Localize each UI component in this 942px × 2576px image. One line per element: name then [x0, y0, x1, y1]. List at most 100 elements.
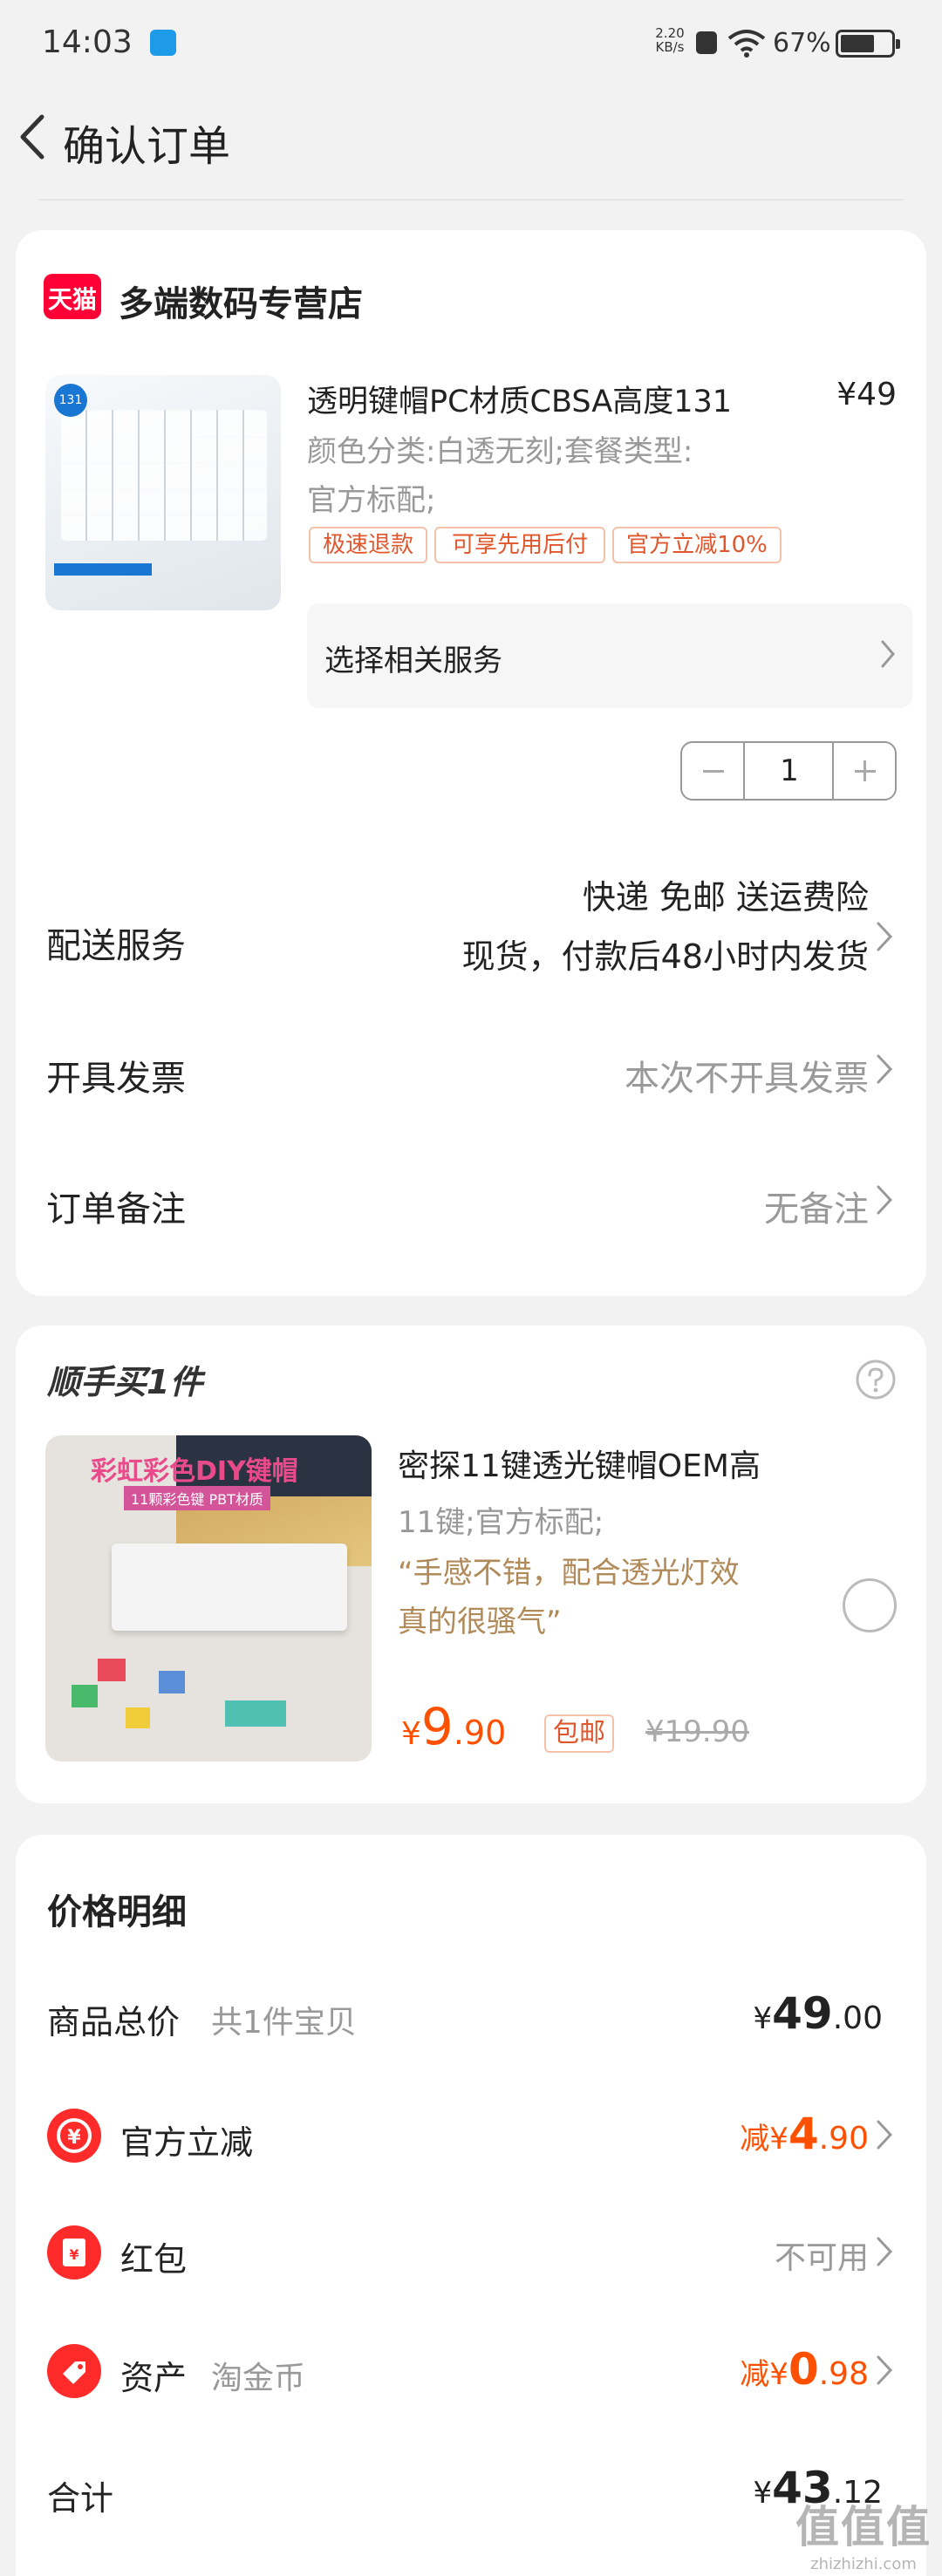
quantity-stepper: 1 [680, 741, 897, 801]
asset-row[interactable]: 资产 淘金币 减¥0.98 [16, 2337, 926, 2407]
goods-total-value: ¥49.00 [754, 1988, 884, 2039]
delivery-row[interactable]: 配送服务 快递 免邮 送运费险 现货，付款后48小时内发货 [16, 870, 926, 1010]
addon-price-int: 9 [420, 1697, 454, 1756]
quantity-input[interactable]: 1 [745, 743, 834, 799]
invoice-label: 开具发票 [46, 1059, 186, 1099]
wifi-icon [727, 30, 766, 58]
network-speed-value: 2.20 [655, 25, 685, 41]
red-packet-row[interactable]: ¥ 红包 不可用 [16, 2218, 926, 2288]
sum-label: 合计 [47, 2479, 114, 2518]
tag-official-discount: 官方立减10% [612, 527, 782, 563]
official-discount-value: 减¥4.90 [740, 2109, 869, 2159]
sum-row: 合计 ¥43.12 [16, 2457, 926, 2527]
app-notification-icon [150, 30, 176, 56]
asset-sub: 淘金币 [211, 2361, 306, 2396]
addon-original-price: ¥19.90 [645, 1714, 749, 1749]
goods-total-label: 商品总价 [47, 2003, 181, 2041]
chevron-right-icon [881, 640, 895, 668]
invoice-row[interactable]: 开具发票 本次不开具发票 [16, 1050, 926, 1137]
official-discount-row[interactable]: ¥ 官方立减 减¥4.90 [16, 2102, 926, 2171]
watermark-sub: zhizhizhi.com [810, 2555, 917, 2573]
status-time: 14:03 [42, 24, 133, 60]
keycap-grid [61, 410, 267, 541]
note-row[interactable]: 订单备注 无备注 [16, 1181, 926, 1268]
addon-product-title[interactable]: 密探11键透光键帽OEM高 [398, 1441, 761, 1486]
product-spec-line2: 官方标配; [307, 483, 436, 518]
delivery-time: 现货，付款后48小时内发货 [461, 937, 869, 976]
goods-total-row: 商品总价 共1件宝贝 ¥49.00 [16, 1988, 926, 2049]
official-discount-dec: .90 [818, 2121, 869, 2157]
tmall-logo-text: 天猫 [47, 285, 97, 314]
keycap-yellow [126, 1707, 150, 1728]
addon-price-dec: .90 [453, 1714, 507, 1752]
product-image[interactable]: 131 [45, 375, 281, 610]
keycap-green [72, 1685, 98, 1707]
addon-quote-line1: “手感不错，配合透光灯效 [398, 1556, 740, 1591]
keycap-teal [225, 1700, 286, 1727]
note-value: 无备注 [764, 1189, 869, 1230]
tmall-logo: 天猫 [44, 274, 101, 319]
invoice-value: 本次不开具发票 [625, 1059, 869, 1099]
goods-total-dec: .00 [832, 2000, 883, 2036]
official-discount-prefix: 减¥ [740, 2122, 788, 2157]
svg-text:¥: ¥ [67, 2127, 81, 2149]
chevron-right-icon [877, 2120, 893, 2150]
addon-product-image[interactable]: 彩虹彩色DIY键帽 11颗彩色键 PBT材质 [45, 1435, 372, 1762]
network-speed: 2.20 KB/s [651, 26, 689, 54]
service-selector[interactable]: 选择相关服务 [307, 603, 912, 708]
note-label: 订单备注 [46, 1189, 186, 1230]
asset-prefix: 减¥ [740, 2357, 788, 2392]
tag-icon [47, 2344, 101, 2398]
red-packet-label: 红包 [120, 2240, 188, 2279]
addon-select-radio[interactable] [843, 1578, 897, 1632]
status-bar: 14:03 2.20 KB/s 67% [0, 0, 942, 87]
product-price: ¥49 [836, 377, 897, 412]
red-envelope-icon: ¥ [47, 2225, 101, 2280]
chevron-right-icon [877, 1054, 893, 1084]
watermark: 值值值 zhizhizhi.com [795, 2492, 932, 2573]
asset-value: 减¥0.98 [740, 2344, 869, 2395]
asset-int: 0 [788, 2344, 819, 2395]
official-discount-label: 官方立减 [120, 2123, 254, 2162]
addon-title: 顺手买1件 [47, 1363, 203, 1401]
free-shipping-badge: 包邮 [544, 1714, 614, 1753]
red-packet-value: 不可用 [774, 2240, 869, 2276]
svg-text:¥: ¥ [69, 2246, 78, 2263]
asset-dec: .98 [818, 2356, 869, 2392]
addon-spec: 11键;官方标配; [398, 1505, 604, 1540]
page-header: 确认订单 [0, 87, 942, 201]
delivery-method: 快递 免邮 送运费险 [582, 878, 869, 917]
watermark-text: 值值值 [795, 2502, 932, 2552]
tag-fast-refund: 极速退款 [309, 527, 427, 563]
battery-icon [836, 30, 900, 58]
help-icon[interactable] [855, 1359, 897, 1400]
goods-total-int: 49 [772, 1988, 833, 2039]
addon-price: ¥9.90 [401, 1697, 506, 1756]
increase-button[interactable] [832, 743, 895, 799]
order-card: 天猫 多端数码专营店 131 透明键帽PC材质CBSA高度131 ¥49 颜色分… [16, 230, 926, 1296]
price-detail-title: 价格明细 [47, 1892, 187, 1932]
addon-price-symbol: ¥ [401, 1716, 421, 1752]
back-chevron-icon[interactable] [9, 106, 61, 167]
official-discount-int: 4 [788, 2109, 819, 2159]
decrease-button[interactable] [682, 743, 745, 799]
addon-image-title: 彩虹彩色DIY键帽 [91, 1456, 298, 1487]
addon-image-sub: 11颗彩色键 PBT材质 [124, 1486, 270, 1510]
chevron-right-icon [877, 922, 893, 951]
header-divider [38, 199, 904, 201]
network-speed-unit: KB/s [655, 39, 685, 55]
chevron-right-icon [877, 2237, 893, 2266]
delivery-label: 配送服务 [46, 926, 186, 966]
addon-quote-line2: 真的很骚气” [398, 1605, 562, 1639]
sum-symbol: ¥ [753, 2476, 773, 2511]
image-caption-bar [54, 563, 152, 576]
product-title[interactable]: 透明键帽PC材质CBSA高度131 [307, 377, 822, 421]
shop-name[interactable]: 多端数码专营店 [119, 276, 363, 326]
chevron-right-icon [877, 2355, 893, 2385]
page-title: 确认订单 [63, 122, 231, 171]
yuan-circle-icon: ¥ [47, 2109, 101, 2163]
product-badge: 131 [54, 384, 87, 417]
goods-total-symbol: ¥ [753, 2001, 773, 2036]
addon-card: 顺手买1件 彩虹彩色DIY键帽 11颗彩色键 PBT材质 密探11键透光键帽OE… [16, 1325, 926, 1803]
keyboard-shape [112, 1544, 347, 1631]
